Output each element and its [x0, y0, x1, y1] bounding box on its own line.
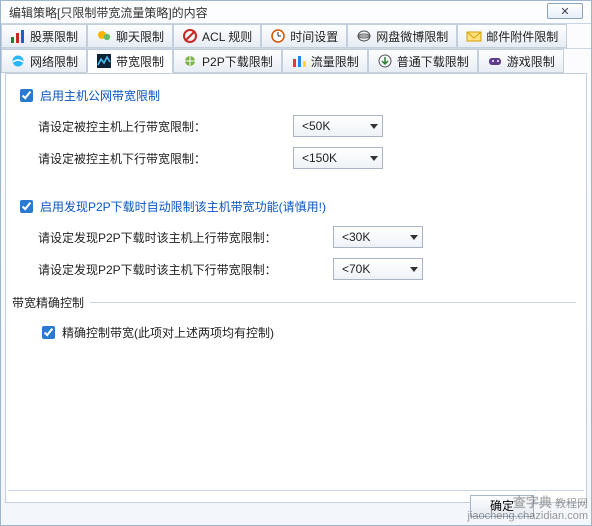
- p2p-download-label: 请设定发现P2P下载时该主机下行带宽限制：: [38, 261, 333, 278]
- checkbox-label: 精确控制带宽(此项对上述两项均有控制): [62, 324, 274, 341]
- tab-label: 网盘微博限制: [376, 28, 448, 45]
- p2p-download-select[interactable]: <70K: [333, 258, 423, 280]
- tab-label: 游戏限制: [507, 53, 555, 70]
- tab-label: 网络限制: [30, 53, 78, 70]
- titlebar: 编辑策略[只限制带宽流量策略]的内容 ✕: [1, 1, 591, 23]
- cloud-icon: [356, 28, 372, 44]
- tab-row-1: 股票限制 聊天限制 ACL 规则 时间设置 网盘微博限制 邮件附件限制: [1, 23, 591, 48]
- tab-label: P2P下载限制: [202, 53, 273, 70]
- row-host-download: 请设定被控主机下行带宽限制： <150K: [38, 147, 576, 169]
- host-upload-label: 请设定被控主机上行带宽限制：: [38, 118, 293, 135]
- button-label: 确定: [490, 497, 514, 514]
- p2p-upload-label: 请设定发现P2P下载时该主机上行带宽限制：: [38, 229, 333, 246]
- checkbox-label: 启用主机公网带宽限制: [40, 87, 160, 104]
- ok-button[interactable]: 确定: [470, 495, 534, 517]
- game-icon: [487, 53, 503, 69]
- tab-label: 带宽限制: [116, 53, 164, 70]
- tab-mail-attachment-limit[interactable]: 邮件附件限制: [457, 24, 567, 48]
- host-download-select[interactable]: <150K: [293, 147, 383, 169]
- chat-icon: [96, 28, 112, 44]
- tab-time-setting[interactable]: 时间设置: [261, 24, 347, 48]
- chevron-down-icon: [370, 156, 378, 161]
- tab-row-2: 网络限制 带宽限制 P2P下载限制 流量限制 普通下载限制 游戏限制: [1, 48, 591, 73]
- host-upload-select[interactable]: <50K: [293, 115, 383, 137]
- p2p-icon: [182, 53, 198, 69]
- tab-label: 邮件附件限制: [486, 28, 558, 45]
- tab-bandwidth-limit[interactable]: 带宽限制: [87, 49, 173, 73]
- close-button[interactable]: ✕: [547, 3, 583, 19]
- stock-icon: [10, 28, 26, 44]
- tab-stock-limit[interactable]: 股票限制: [1, 24, 87, 48]
- tab-label: 流量限制: [311, 53, 359, 70]
- select-value: <50K: [302, 119, 330, 133]
- select-value: <30K: [342, 230, 370, 244]
- bandwidth-icon: [96, 53, 112, 69]
- window-title: 编辑策略[只限制带宽流量策略]的内容: [9, 4, 208, 21]
- tab-label: 普通下载限制: [397, 53, 469, 70]
- tab-traffic-limit[interactable]: 流量限制: [282, 49, 368, 73]
- host-download-label: 请设定被控主机下行带宽限制：: [38, 150, 293, 167]
- section-precise-control: 带宽精确控制 精确控制带宽(此项对上述两项均有控制): [16, 294, 576, 346]
- tab-label: 股票限制: [30, 28, 78, 45]
- tab-game-limit[interactable]: 游戏限制: [478, 49, 564, 73]
- select-value: <70K: [342, 262, 370, 276]
- tab-acl-rule[interactable]: ACL 规则: [173, 24, 261, 48]
- enable-host-bandwidth-checkbox[interactable]: 启用主机公网带宽限制: [16, 86, 576, 105]
- precise-control-checkbox[interactable]: 精确控制带宽(此项对上述两项均有控制): [38, 323, 576, 342]
- p2p-upload-select[interactable]: <30K: [333, 226, 423, 248]
- bottom-bar: 确定: [8, 490, 584, 520]
- checkbox-input[interactable]: [20, 89, 33, 102]
- tab-chat-limit[interactable]: 聊天限制: [87, 24, 173, 48]
- checkbox-input[interactable]: [20, 200, 33, 213]
- checkbox-label: 启用发现P2P下载时自动限制该主机带宽功能(请慎用!): [40, 198, 326, 215]
- tab-network-limit[interactable]: 网络限制: [1, 49, 87, 73]
- chevron-down-icon: [410, 267, 418, 272]
- section-legend: 带宽精确控制: [12, 294, 90, 311]
- panel-bandwidth: 启用主机公网带宽限制 请设定被控主机上行带宽限制： <50K 请设定被控主机下行…: [5, 73, 587, 503]
- traffic-icon: [291, 53, 307, 69]
- enable-p2p-auto-limit-checkbox[interactable]: 启用发现P2P下载时自动限制该主机带宽功能(请慎用!): [16, 197, 576, 216]
- row-host-upload: 请设定被控主机上行带宽限制： <50K: [38, 115, 576, 137]
- download-icon: [377, 53, 393, 69]
- clock-icon: [270, 28, 286, 44]
- tab-label: ACL 规则: [202, 28, 252, 45]
- close-icon: ✕: [560, 5, 569, 18]
- mail-icon: [466, 28, 482, 44]
- ie-icon: [10, 53, 26, 69]
- tab-label: 聊天限制: [116, 28, 164, 45]
- tab-label: 时间设置: [290, 28, 338, 45]
- checkbox-input[interactable]: [42, 326, 55, 339]
- dialog-window: 编辑策略[只限制带宽流量策略]的内容 ✕ 股票限制 聊天限制 ACL 规则 时间…: [0, 0, 592, 526]
- tab-normal-download-limit[interactable]: 普通下载限制: [368, 49, 478, 73]
- acl-icon: [182, 28, 198, 44]
- select-value: <150K: [302, 151, 337, 165]
- chevron-down-icon: [370, 124, 378, 129]
- tab-p2p-limit[interactable]: P2P下载限制: [173, 49, 282, 73]
- row-p2p-download: 请设定发现P2P下载时该主机下行带宽限制： <70K: [38, 258, 576, 280]
- chevron-down-icon: [410, 235, 418, 240]
- row-p2p-upload: 请设定发现P2P下载时该主机上行带宽限制： <30K: [38, 226, 576, 248]
- tab-netdisk-weibo-limit[interactable]: 网盘微博限制: [347, 24, 457, 48]
